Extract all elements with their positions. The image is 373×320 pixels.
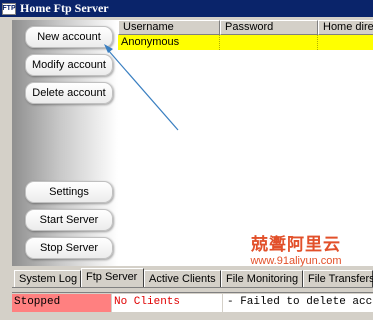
column-header-username[interactable]: Username [118, 20, 220, 35]
start-server-button[interactable]: Start Server [25, 209, 113, 231]
settings-button[interactable]: Settings [25, 181, 113, 203]
title-bar: FTP Home Ftp Server [0, 0, 373, 17]
table-header: Username Password Home dire [118, 20, 373, 35]
status-message: - Failed to delete accou [223, 294, 373, 312]
clients-status: No Clients [112, 294, 222, 312]
home-directory-cell [318, 35, 373, 50]
tab-active-clients[interactable]: Active Clients [144, 270, 221, 287]
column-header-password[interactable]: Password [220, 20, 318, 35]
tab-ftp-server[interactable]: Ftp Server [81, 268, 144, 287]
window-title: Home Ftp Server [20, 1, 109, 15]
ftp-app-icon: FTP [2, 2, 16, 15]
status-bar: Stopped No Clients - Failed to delete ac… [12, 292, 373, 312]
new-account-button[interactable]: New account [25, 26, 113, 48]
modify-account-button[interactable]: Modify account [25, 54, 113, 76]
delete-account-button[interactable]: Delete account [25, 82, 113, 104]
table-row[interactable]: Anonymous [118, 35, 373, 50]
accounts-list[interactable]: Username Password Home dire Anonymous [118, 20, 373, 266]
tab-file-monitoring[interactable]: File Monitoring [221, 270, 303, 287]
sidebar: New account Modify account Delete accoun… [12, 20, 118, 266]
tab-file-transfers[interactable]: File Transfers [303, 270, 373, 287]
column-header-home-directory[interactable]: Home dire [318, 20, 373, 35]
username-cell: Anonymous [118, 35, 220, 50]
password-cell [220, 35, 318, 50]
server-status: Stopped [12, 294, 111, 312]
tab-bar: System Log Ftp Server Active Clients Fil… [12, 268, 373, 288]
tab-system-log[interactable]: System Log [14, 270, 81, 287]
stop-server-button[interactable]: Stop Server [25, 237, 113, 259]
